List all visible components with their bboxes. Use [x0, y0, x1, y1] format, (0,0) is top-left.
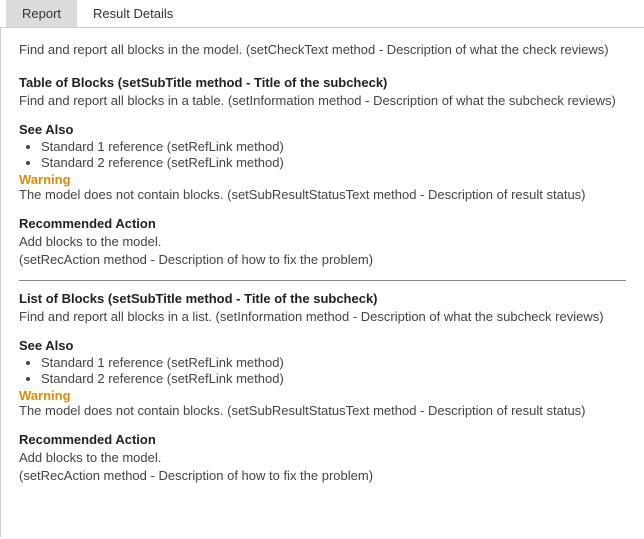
- subcheck-info: Find and report all blocks in a list. (s…: [19, 309, 626, 324]
- ref-link[interactable]: Standard 1 reference (setRefLink method): [41, 355, 626, 370]
- rec-line: (setRecAction method - Description of ho…: [19, 468, 373, 483]
- warning-text: The model does not contain blocks. (setS…: [19, 187, 626, 202]
- recommended-action-text: Add blocks to the model. (setRecAction m…: [19, 233, 626, 268]
- recommended-action-text: Add blocks to the model. (setRecAction m…: [19, 449, 626, 484]
- ref-list: Standard 1 reference (setRefLink method)…: [41, 355, 626, 386]
- subcheck-title: List of Blocks (setSubTitle method - Tit…: [19, 291, 626, 306]
- subcheck-section: Table of Blocks (setSubTitle method - Ti…: [19, 75, 626, 268]
- rec-line: (setRecAction method - Description of ho…: [19, 252, 373, 267]
- ref-link[interactable]: Standard 2 reference (setRefLink method): [41, 155, 626, 170]
- see-also-heading: See Also: [19, 338, 626, 353]
- tab-bar: Report Result Details: [0, 0, 644, 28]
- warning-label: Warning: [19, 172, 626, 187]
- ref-list: Standard 1 reference (setRefLink method)…: [41, 139, 626, 170]
- rec-line: Add blocks to the model.: [19, 234, 161, 249]
- subcheck-info: Find and report all blocks in a table. (…: [19, 93, 626, 108]
- recommended-action-heading: Recommended Action: [19, 432, 626, 447]
- subcheck-section: List of Blocks (setSubTitle method - Tit…: [19, 291, 626, 484]
- tab-result-details[interactable]: Result Details: [77, 0, 189, 27]
- tab-report[interactable]: Report: [6, 0, 77, 27]
- subcheck-title: Table of Blocks (setSubTitle method - Ti…: [19, 75, 626, 90]
- section-divider: [19, 280, 626, 281]
- see-also-heading: See Also: [19, 122, 626, 137]
- recommended-action-heading: Recommended Action: [19, 216, 626, 231]
- ref-link[interactable]: Standard 2 reference (setRefLink method): [41, 371, 626, 386]
- check-text: Find and report all blocks in the model.…: [19, 42, 626, 57]
- ref-link[interactable]: Standard 1 reference (setRefLink method): [41, 139, 626, 154]
- warning-text: The model does not contain blocks. (setS…: [19, 403, 626, 418]
- rec-line: Add blocks to the model.: [19, 450, 161, 465]
- warning-label: Warning: [19, 388, 626, 403]
- report-content: Find and report all blocks in the model.…: [0, 28, 644, 537]
